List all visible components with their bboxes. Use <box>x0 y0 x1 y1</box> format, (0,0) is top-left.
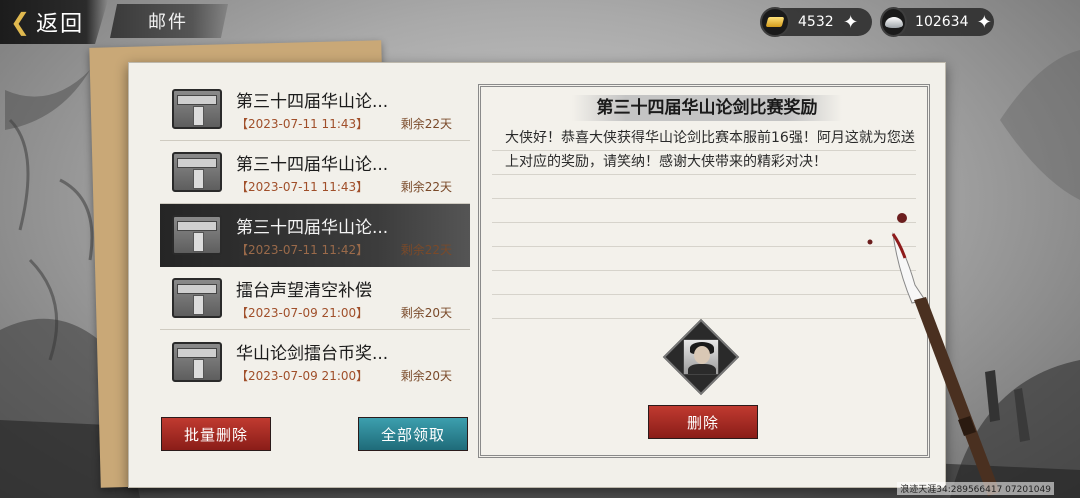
ruled-line <box>492 222 916 223</box>
mail-title: 第三十四届华山论... <box>236 217 389 238</box>
mail-envelope-icon <box>172 89 222 129</box>
mail-remaining: 剩余22天 <box>400 116 452 131</box>
mail-detail-body: 大侠好！恭喜大侠获得华山论剑比赛本服前16强！阿月这就为您送上对应的奖励，请笑纳… <box>505 130 915 170</box>
mail-item[interactable]: 第三十四届华山论... 【2023-07-11 11:43】 剩余22天 <box>160 78 470 141</box>
mail-date: 【2023-07-11 11:42】 <box>236 242 369 257</box>
mail-envelope-icon <box>172 152 222 192</box>
mail-item[interactable]: 擂台声望清空补偿 【2023-07-09 21:00】 剩余20天 <box>160 267 470 330</box>
player-watermark: 浪迹天涯34:289566417 07201049 <box>897 482 1054 495</box>
add-gold-button[interactable]: ✦ <box>840 12 862 33</box>
page-title: 邮件 <box>110 4 228 38</box>
mail-envelope-icon <box>172 215 222 255</box>
mail-envelope-icon <box>172 341 222 382</box>
silver-currency-counter: 102634 ✦ <box>880 7 995 37</box>
mail-date: 【2023-07-11 11:43】 <box>236 179 369 194</box>
delete-mail-button[interactable]: 删除 <box>648 405 758 439</box>
batch-delete-button[interactable]: 批量删除 <box>161 417 271 451</box>
ruled-line <box>492 270 916 271</box>
mail-date: 【2023-07-09 21:00】 <box>236 369 369 383</box>
mail-remaining: 剩余22天 <box>400 242 452 257</box>
mail-remaining: 剩余20天 <box>400 369 452 383</box>
mail-remaining: 剩余22天 <box>400 179 452 194</box>
gold-currency-counter: 4532 ✦ <box>760 7 872 37</box>
ruled-line <box>492 294 916 295</box>
mail-item[interactable]: 第三十四届华山论... 【2023-07-11 11:43】 剩余22天 <box>160 141 470 204</box>
claim-all-button[interactable]: 全部领取 <box>358 417 468 451</box>
ruled-line <box>492 318 916 319</box>
ruled-line <box>492 246 916 247</box>
mail-list[interactable]: 第三十四届华山论... 【2023-07-11 11:43】 剩余22天 第三十… <box>160 78 470 408</box>
mail-remaining: 剩余20天 <box>400 305 452 320</box>
mail-envelope-icon <box>172 278 222 318</box>
silver-ingot-icon <box>880 7 908 37</box>
mail-title: 华山论剑擂台币奖... <box>236 344 389 364</box>
mail-title: 第三十四届华山论... <box>236 91 389 112</box>
ruled-line <box>492 198 916 199</box>
mail-title: 第三十四届华山论... <box>236 154 389 175</box>
mail-detail-title: 第三十四届华山论剑比赛奖励 <box>572 95 842 121</box>
mail-item[interactable]: 华山论剑擂台币奖... 【2023-07-09 21:00】 剩余20天 <box>160 330 470 393</box>
silver-amount: 102634 <box>915 14 969 30</box>
ruled-line <box>492 174 916 175</box>
add-silver-button[interactable]: ✦ <box>975 12 995 33</box>
mail-date: 【2023-07-09 21:00】 <box>236 305 369 320</box>
mail-item-selected[interactable]: 第三十四届华山论... 【2023-07-11 11:42】 剩余22天 <box>160 204 470 267</box>
gold-amount: 4532 <box>798 14 834 30</box>
mail-title: 擂台声望清空补偿 <box>236 280 372 301</box>
mail-date: 【2023-07-11 11:43】 <box>236 116 369 131</box>
gold-bar-icon <box>760 7 790 37</box>
character-portrait-icon[interactable] <box>683 339 719 375</box>
back-label: 返回 <box>36 12 85 37</box>
back-button[interactable]: ❮ 返回 <box>0 0 108 44</box>
chevron-left-icon: ❮ <box>10 8 31 36</box>
